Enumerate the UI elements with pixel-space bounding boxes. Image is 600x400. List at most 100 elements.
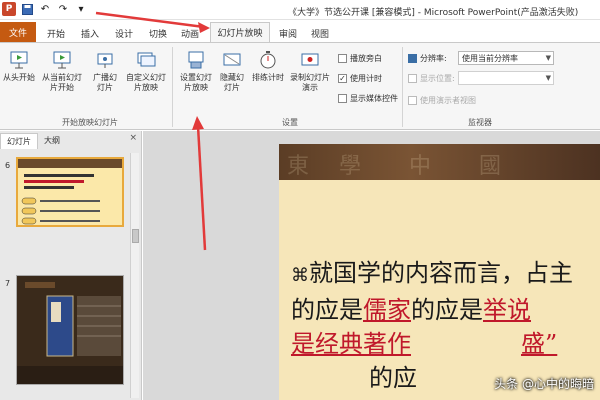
use-timings-checkbox[interactable]: ✓ 使用计时	[338, 73, 382, 84]
slide-number: 7	[5, 279, 11, 288]
current-slide[interactable]: 東 學 中 國 ⌘就国学的内容而言，占主 的应是儒家的应是举说 是经典著作 盛” …	[279, 144, 600, 400]
tab-view[interactable]: 视图	[306, 24, 334, 42]
monitor-disabled-icon	[408, 74, 417, 83]
record-slideshow-button[interactable]: 录制幻灯片演示	[288, 49, 332, 93]
customize-qat-icon[interactable]: ▾	[74, 2, 88, 16]
redo-icon[interactable]: ↷	[56, 2, 70, 16]
setup-slideshow-button[interactable]: 设置幻灯片放映	[176, 49, 216, 93]
group-separator	[172, 47, 173, 127]
custom-slideshow-label: 自定义幻灯片放映	[126, 73, 166, 92]
window-title: 《大学》节选公开课 [兼容模式] - Microsoft PowerPoint(…	[288, 8, 579, 18]
show-on-label: 显示位置:	[420, 74, 455, 83]
group-label-setup: 设置	[282, 118, 298, 127]
slide-thumbnail-6[interactable]	[16, 157, 124, 227]
pane-tabs: 幻灯片 大纲	[0, 133, 142, 149]
projector-screen-icon	[8, 49, 30, 71]
tab-insert[interactable]: 插入	[76, 24, 104, 42]
slide-thumbnail-pane: 幻灯片 大纲 × 6 7	[0, 131, 142, 400]
tab-animations[interactable]: 动画	[176, 24, 204, 42]
calligraphy-decoration: 學	[339, 154, 362, 179]
record-icon	[299, 49, 321, 71]
hide-slide-button[interactable]: 隐藏幻灯片	[218, 49, 246, 93]
hide-slide-label: 隐藏幻灯片	[220, 73, 244, 92]
stopwatch-icon	[257, 49, 279, 71]
chevron-down-icon: ▼	[545, 74, 551, 82]
calligraphy-decoration: 中	[409, 154, 432, 179]
group-label-start: 开始放映幻灯片	[62, 118, 118, 127]
resolution-dropdown[interactable]: 使用当前分辨率 ▼	[458, 51, 554, 65]
thumbnail-content-graphic	[21, 174, 100, 225]
ribbon-tabs: 文件 开始 插入 设计 切换 动画 幻灯片放映 审阅 视图	[0, 20, 600, 42]
setup-show-icon	[185, 49, 207, 71]
show-media-controls-checkbox[interactable]: 显示媒体控件	[338, 93, 398, 104]
ribbon-slideshow: 从头开始 从当前幻灯片开始 广播幻灯片 自定义幻灯片放映 开始放映幻灯片 设置幻…	[0, 42, 600, 130]
slide-thumbnail-7[interactable]	[16, 275, 124, 385]
slide-editing-area: 東 學 中 國 ⌘就国学的内容而言，占主 的应是儒家的应是举说 是经典著作 盛” …	[143, 131, 600, 400]
broadcast-button[interactable]: 广播幻灯片	[92, 49, 118, 93]
projector-current-icon	[51, 49, 73, 71]
close-icon[interactable]: ×	[129, 133, 137, 143]
from-current-button[interactable]: 从当前幻灯片开始	[38, 49, 86, 93]
checkmark-icon[interactable]: ✓	[338, 74, 347, 83]
presenter-view-checkbox[interactable]: 使用演示者视图	[408, 95, 476, 106]
title-bar: P ↶ ↷ ▾ 《大学》节选公开课 [兼容模式] - Microsoft Pow…	[0, 0, 600, 20]
from-current-label: 从当前幻灯片开始	[42, 73, 82, 92]
thumbnail-banner	[18, 159, 122, 168]
play-narrations-label: 播放旁白	[350, 54, 382, 63]
show-media-controls-label: 显示媒体控件	[350, 94, 398, 103]
calligraphy-decoration: 國	[479, 154, 502, 179]
tab-slides[interactable]: 幻灯片	[0, 133, 38, 149]
thumbnail-scrollbar[interactable]	[130, 153, 139, 398]
hide-slide-icon	[221, 49, 243, 71]
group-label-monitor: 监视器	[468, 118, 492, 127]
text-line: 的应	[369, 364, 417, 392]
record-slideshow-label: 录制幻灯片演示	[290, 73, 330, 92]
undo-icon[interactable]: ↶	[38, 2, 52, 16]
tab-transitions[interactable]: 切换	[144, 24, 172, 42]
slide-number: 6	[5, 161, 11, 170]
from-beginning-label: 从头开始	[3, 73, 35, 82]
show-on-dropdown[interactable]: ▼	[458, 71, 554, 85]
tab-file[interactable]: 文件	[0, 22, 36, 42]
play-narrations-checkbox[interactable]: 播放旁白	[338, 53, 382, 64]
setup-slideshow-label: 设置幻灯片放映	[180, 73, 212, 92]
powerpoint-logo-icon: P	[2, 2, 16, 16]
monitor-icon	[408, 54, 417, 63]
tab-review[interactable]: 审阅	[274, 24, 302, 42]
text-line: 的应是	[411, 296, 483, 324]
tab-home[interactable]: 开始	[42, 24, 70, 42]
resolution-label: 分辨率:	[420, 54, 447, 63]
highlight-text: 盛”	[521, 330, 558, 358]
chevron-down-icon: ▼	[545, 54, 551, 62]
watermark: 头条 @心中的晦暗	[494, 377, 594, 391]
broadcast-icon	[94, 49, 116, 71]
checkbox-unchecked[interactable]	[338, 94, 347, 103]
scrollbar-thumb[interactable]	[132, 229, 139, 243]
presenter-view-label: 使用演示者视图	[420, 96, 476, 105]
broadcast-label: 广播幻灯片	[93, 73, 117, 92]
book-cover-graphic	[17, 276, 123, 384]
rehearse-timings-button[interactable]: 排练计时	[250, 49, 286, 83]
quick-access-toolbar: P ↶ ↷ ▾	[2, 2, 88, 16]
save-icon[interactable]	[20, 2, 34, 16]
text-line: 的应是	[291, 296, 363, 324]
calligraphy-decoration: 東	[287, 154, 310, 179]
slide-banner: 東 學 中 國	[279, 144, 600, 180]
resolution-value: 使用当前分辨率	[462, 53, 518, 63]
command-bullet-icon: ⌘	[291, 265, 309, 286]
rehearse-timings-label: 排练计时	[252, 73, 284, 82]
tab-outline[interactable]: 大纲	[38, 133, 66, 149]
tab-design[interactable]: 设计	[110, 24, 138, 42]
resolution-row: 分辨率:	[408, 53, 447, 64]
custom-slideshow-button[interactable]: 自定义幻灯片放映	[124, 49, 168, 93]
tab-slideshow[interactable]: 幻灯片放映	[210, 22, 270, 42]
text-line: 就国学的内容而言，占主	[309, 259, 573, 287]
checkbox-unchecked[interactable]	[408, 96, 417, 105]
from-beginning-button[interactable]: 从头开始	[2, 49, 36, 83]
group-separator	[402, 47, 403, 127]
use-timings-label: 使用计时	[350, 74, 382, 83]
highlight-text: 是经典著作	[291, 330, 411, 358]
show-on-row: 显示位置:	[408, 73, 455, 84]
checkbox-unchecked[interactable]	[338, 54, 347, 63]
highlight-text: 举说	[483, 296, 531, 324]
